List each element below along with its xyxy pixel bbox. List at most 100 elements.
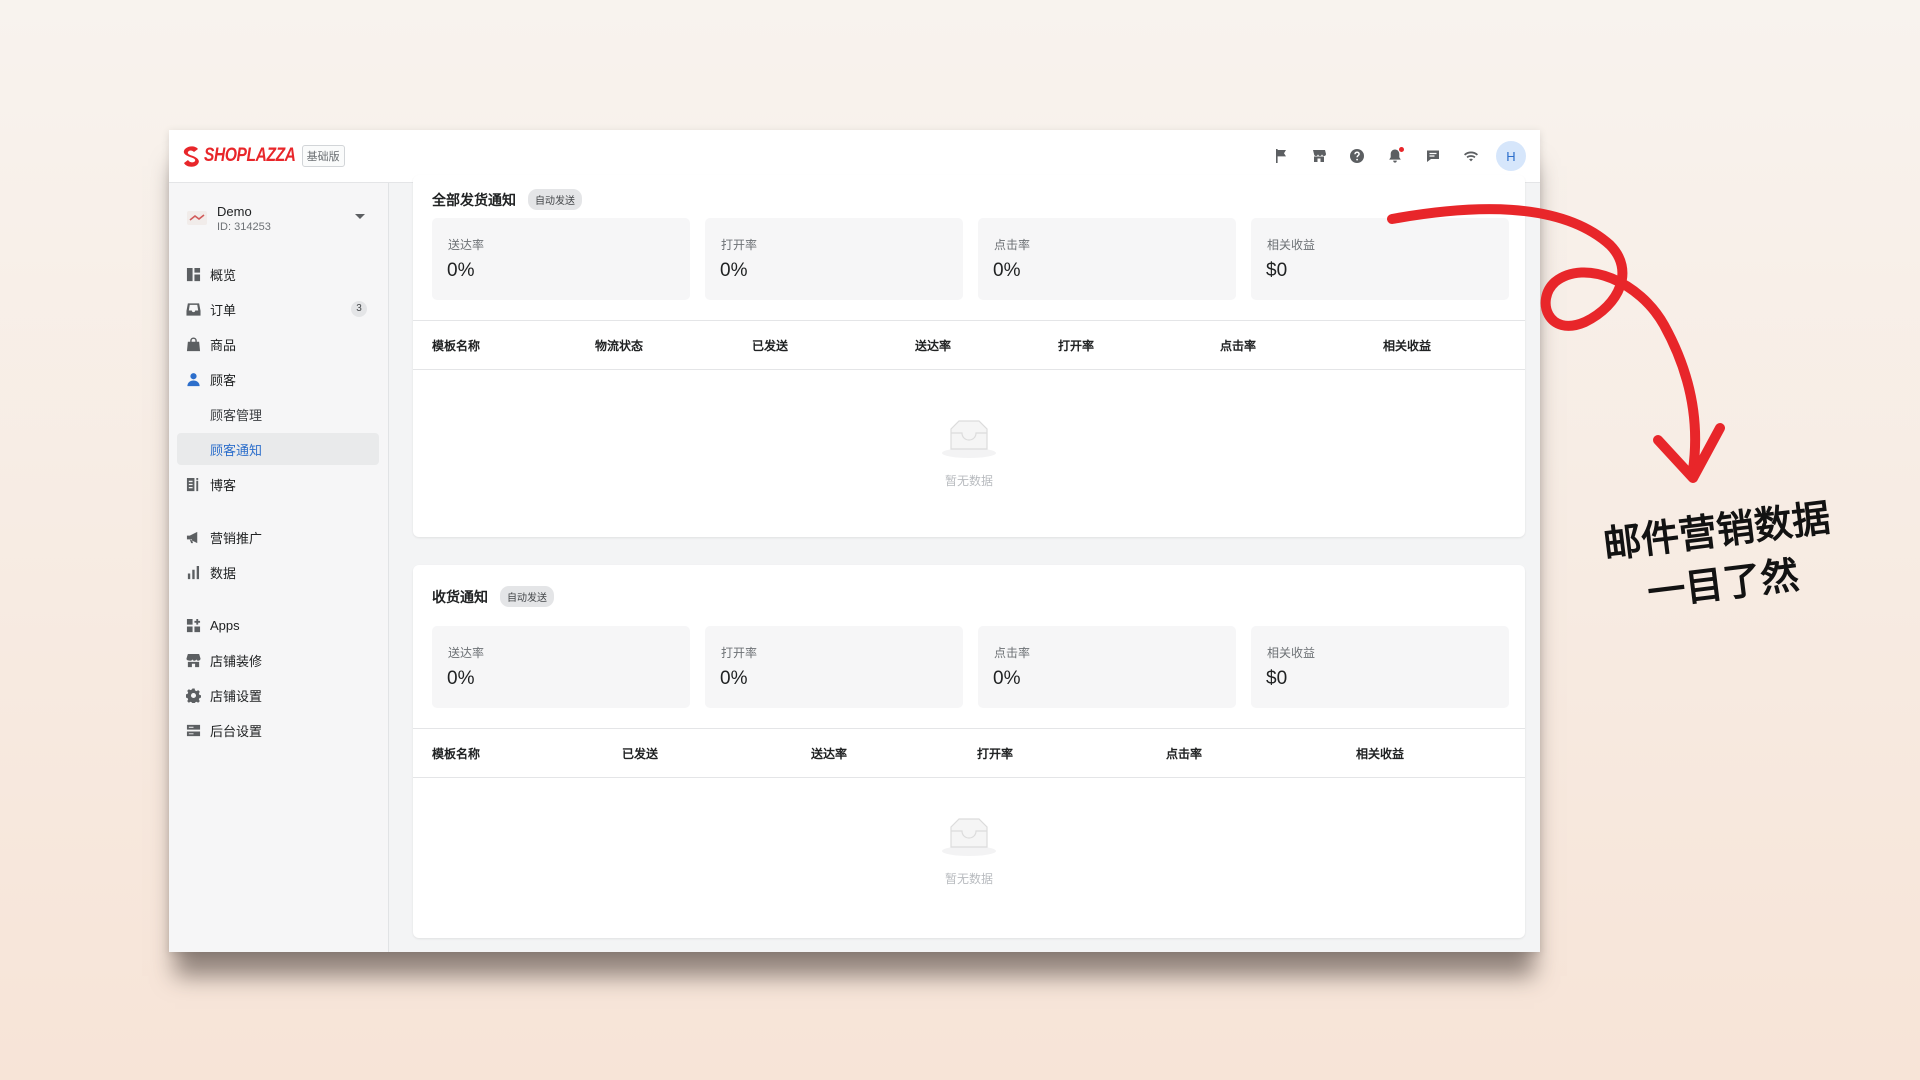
metric-value: 0% [447,260,475,281]
bag-icon [185,336,201,352]
sidebar-item-store-settings[interactable]: 店铺设置 [177,679,379,711]
metric-label: 送达率 [448,238,485,252]
order-count-badge: 3 [351,301,367,317]
person-icon [185,371,201,387]
column-header[interactable]: 已发送 [622,745,658,762]
sidebar-item-admin-settings[interactable]: 后台设置 [177,714,379,746]
table-header: 模板名称 物流状态 已发送 送达率 打开率 点击率 相关收益 [413,320,1525,370]
metric-value: 0% [447,668,475,689]
bell-icon[interactable] [1376,137,1414,175]
annotation-caption: 邮件营销数据 一目了然 [1580,489,1861,627]
store-thumbnail-icon [187,211,207,225]
empty-state: 暂无数据 [413,419,1525,489]
sidebar-item-overview[interactable]: 概览 [177,258,379,290]
metric-delivery-rate: 送达率 0% [432,626,690,708]
sidebar-item-analytics[interactable]: 数据 [177,556,379,588]
shipping-notification-card: 全部发货通知 自动发送 送达率 0% 打开率 0% 点击率 0% 相关收益 $0… [413,175,1525,537]
sidebar-item-label: 店铺装修 [210,653,263,669]
sidebar-item-label: 概览 [210,267,237,283]
apps-icon [185,617,201,633]
metric-label: 点击率 [994,646,1031,660]
store-switcher[interactable]: Demo ID: 314253 [183,197,379,239]
empty-inbox-icon [942,818,996,856]
receipt-notification-card: 收货通知 自动发送 送达率 0% 打开率 0% 点击率 0% 相关收益 $0 模… [413,565,1525,938]
metric-label: 送达率 [448,646,485,660]
logo-icon [183,146,199,167]
sidebar-item-orders[interactable]: 订单 3 [177,293,379,325]
column-header[interactable]: 点击率 [1166,745,1202,762]
chevron-down-icon [355,214,365,219]
sidebar-item-blog[interactable]: 博客 [177,468,379,500]
flag-icon[interactable] [1262,137,1300,175]
sidebar-item-label: 订单 [210,302,237,318]
column-header[interactable]: 物流状态 [595,337,643,354]
sidebar-item-label: Apps [210,617,240,633]
server-icon [185,722,201,738]
metric-value: $0 [1266,260,1288,281]
card-title-text: 全部发货通知 [432,191,516,208]
overview-icon [185,266,201,282]
metric-revenue: 相关收益 $0 [1251,218,1509,300]
store-id: ID: 314253 [217,220,271,233]
card-title: 收货通知 自动发送 [432,586,554,607]
metric-value: 0% [993,668,1021,689]
metric-value: $0 [1266,668,1288,689]
metric-label: 打开率 [721,238,758,252]
metric-value: 0% [993,260,1021,281]
notification-dot [1399,147,1404,152]
sidebar-item-customer-notifications[interactable]: 顾客通知 [177,433,379,465]
metric-value: 0% [720,668,748,689]
column-header[interactable]: 相关收益 [1383,337,1431,354]
metric-open-rate: 打开率 0% [705,626,963,708]
sidebar-item-store-design[interactable]: 店铺装修 [177,644,379,676]
column-header[interactable]: 已发送 [752,337,788,354]
sidebar-item-apps[interactable]: Apps [177,609,379,641]
metric-label: 相关收益 [1267,646,1316,660]
column-header[interactable]: 打开率 [977,745,1013,762]
sidebar-item-label: 商品 [210,337,237,353]
megaphone-icon [185,529,201,545]
metric-delivery-rate: 送达率 0% [432,218,690,300]
sidebar-item-products[interactable]: 商品 [177,328,379,360]
empty-inbox-icon [942,420,996,458]
brand-logo[interactable]: SHOPLAZZA [182,145,316,167]
store-name: Demo [217,203,252,219]
sidebar-item-label: 顾客通知 [210,442,263,458]
sidebar-item-label: 博客 [210,477,237,493]
brand-name: SHOPLAZZA [204,145,296,166]
card-title: 全部发货通知 自动发送 [432,189,582,210]
sidebar-item-label: 顾客 [210,372,237,388]
column-header[interactable]: 打开率 [1058,337,1094,354]
empty-state: 暂无数据 [413,817,1525,887]
inbox-icon [185,301,201,317]
sidebar-item-customers[interactable]: 顾客 [177,363,379,395]
column-header[interactable]: 模板名称 [432,337,480,354]
metric-label: 相关收益 [1267,238,1316,252]
sidebar: Demo ID: 314253 概览 订单 3 商品 顾客 顾客管理 顾客通知 [169,183,389,952]
avatar[interactable]: H [1496,141,1526,171]
metric-open-rate: 打开率 0% [705,218,963,300]
column-header[interactable]: 送达率 [811,745,847,762]
store-icon [185,652,201,668]
store-icon[interactable] [1300,137,1338,175]
sidebar-item-marketing[interactable]: 营销推广 [177,521,379,553]
main-content: 全部发货通知 自动发送 送达率 0% 打开率 0% 点击率 0% 相关收益 $0… [389,175,1540,952]
table-header: 模板名称 已发送 送达率 打开率 点击率 相关收益 [413,728,1525,778]
sidebar-item-customer-management[interactable]: 顾客管理 [177,398,379,430]
column-header[interactable]: 模板名称 [432,745,480,762]
metric-revenue: 相关收益 $0 [1251,626,1509,708]
chart-icon [185,564,201,580]
column-header[interactable]: 点击率 [1220,337,1256,354]
plan-badge: 基础版 [301,145,345,167]
sidebar-item-label: 店铺设置 [210,688,263,704]
metric-label: 点击率 [994,238,1031,252]
sidebar-item-label: 后台设置 [210,723,263,739]
sidebar-item-label: 数据 [210,565,237,581]
chat-icon[interactable] [1414,137,1452,175]
column-header[interactable]: 相关收益 [1356,745,1404,762]
wifi-icon[interactable] [1452,137,1490,175]
app-window: SHOPLAZZA 基础版 H Demo ID: 314253 概览 订单 3 … [169,130,1540,952]
empty-text: 暂无数据 [944,474,993,488]
column-header[interactable]: 送达率 [915,337,951,354]
help-icon[interactable] [1338,137,1376,175]
